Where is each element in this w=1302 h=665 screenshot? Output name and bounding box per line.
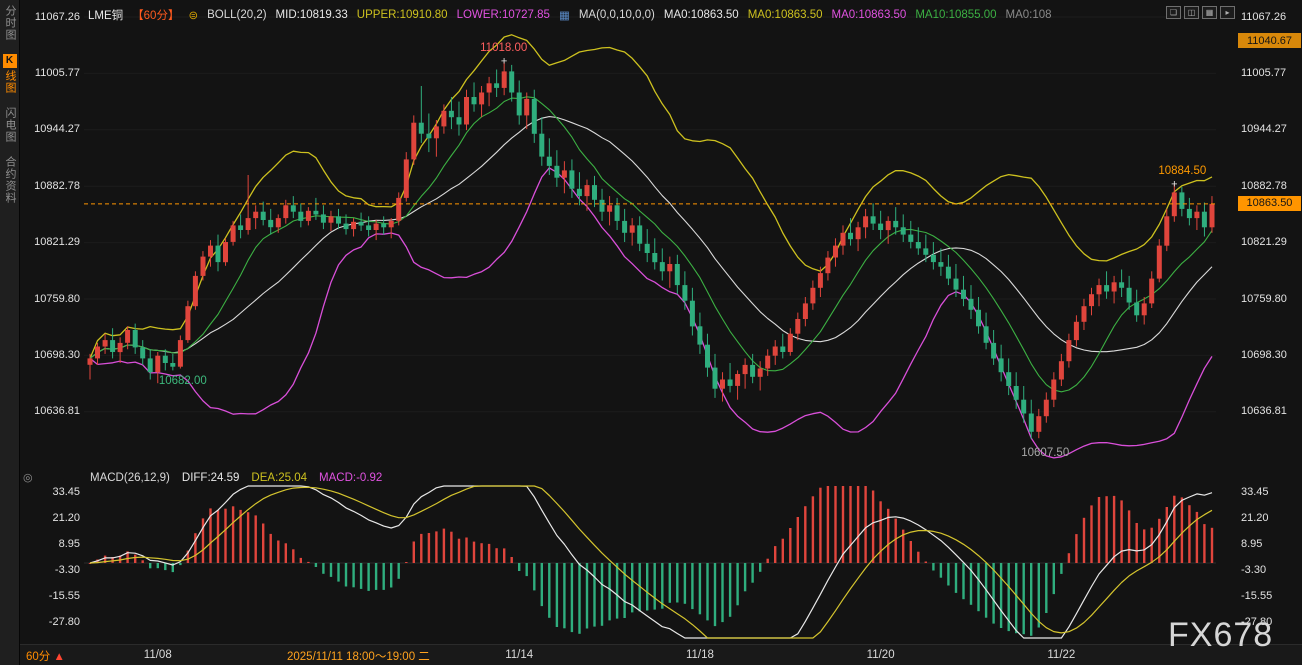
main-chart-canvas[interactable] — [84, 0, 1216, 482]
ref-price-badge: 11040.67 — [1238, 33, 1301, 48]
sidebar-item-label: 分时图 — [2, 5, 17, 41]
header-indicator-item: MA0:10863.50 — [748, 9, 823, 21]
macd-header-item: DIFF:24.59 — [182, 472, 240, 484]
sidebar-item[interactable]: 闪电图 — [2, 107, 17, 143]
timeframe-label: 60分 — [26, 651, 50, 663]
header-indicator-item: ⊜ — [188, 8, 198, 22]
up-arrow-icon: ▲ — [54, 651, 65, 663]
price-marker-cross: + — [1171, 178, 1177, 190]
macd-chart-canvas[interactable] — [84, 484, 1216, 642]
chart-mode-sidebar: 分时图 K 线图 闪电图 合约资料 — [0, 0, 20, 665]
macd-header: MACD(26,12,9) DIFF:24.59 DEA:25.04 MACD:… — [90, 472, 382, 484]
timeframe-indicator[interactable]: 60分 ▲ — [26, 648, 65, 664]
header-indicator-item: MID:10819.33 — [276, 9, 348, 21]
y-axis-label-right: 10944.27 — [1241, 123, 1299, 135]
layout-split-icon[interactable]: ◫ — [1184, 6, 1199, 19]
y-axis-label-left: 11067.26 — [22, 11, 80, 23]
y-axis-label-left: 10636.81 — [22, 405, 80, 417]
last-price-badge: 10863.50 — [1238, 196, 1301, 211]
macd-axis-label-right: 21.20 — [1241, 512, 1299, 524]
bottom-axis-bar — [20, 644, 1302, 665]
price-marker-cross: + — [501, 56, 507, 68]
trading-terminal: 分时图 K 线图 闪电图 合约资料 LME铜 【60分】 ⊜ — [0, 0, 1302, 665]
sidebar-item-label: 线图 — [2, 70, 17, 94]
y-axis-label-left: 10698.30 — [22, 349, 80, 361]
header-indicator-item: MA0:108 — [1006, 9, 1052, 21]
header-indicator-item: BOLL(20,2) — [207, 9, 266, 21]
header-indicator-item: MA0:10863.50 — [832, 9, 907, 21]
macd-axis-label-right: -15.55 — [1241, 590, 1299, 602]
y-axis-label-left: 11005.77 — [22, 67, 80, 79]
header-indicator-item: MA(0,0,10,0,0) — [579, 9, 655, 21]
price-annotation: 11018.00 — [480, 42, 527, 54]
header-indicator-item: 【60分】 — [132, 7, 179, 23]
price-annotation: 10884.50 — [1158, 165, 1206, 177]
y-axis-label-left: 10759.80 — [22, 293, 80, 305]
macd-axis-label-left: -15.55 — [22, 590, 80, 602]
header-indicator-item: MA0:10863.50 — [664, 9, 739, 21]
macd-axis-label-left: 33.45 — [22, 486, 80, 498]
kline-badge-icon: K — [3, 54, 17, 68]
x-axis-date-label: 11/14 — [505, 649, 533, 661]
macd-axis-label-left: -27.80 — [22, 616, 80, 628]
y-axis-label-right: 10882.78 — [1241, 180, 1299, 192]
indicator-header: LME铜 【60分】 ⊜ BOLL(20,2) MID:10819.33 UPP… — [88, 7, 1052, 23]
x-axis-date-label: 11/22 — [1047, 649, 1075, 661]
sidebar-item-label: 合约资料 — [2, 156, 17, 204]
x-axis-date-label: 11/18 — [686, 649, 714, 661]
x-axis-date-label: 11/20 — [867, 649, 895, 661]
layout-grid-icon[interactable]: ▦ — [1202, 6, 1217, 19]
y-axis-label-right: 10759.80 — [1241, 293, 1299, 305]
selected-session-label: 2025/11/11 18:00～19:00 二 — [287, 648, 430, 664]
header-indicator-item: LOWER:10727.85 — [457, 9, 550, 21]
macd-header-item: MACD:-0.92 — [319, 472, 382, 484]
y-axis-label-left: 10882.78 — [22, 180, 80, 192]
macd-axis-label-left: 8.95 — [22, 538, 80, 550]
sidebar-item[interactable]: K 线图 — [2, 54, 17, 94]
macd-axis-label-right: 8.95 — [1241, 538, 1299, 550]
header-indicator-item: UPPER:10910.80 — [357, 9, 448, 21]
price-annotation: 10607.50 — [1021, 447, 1069, 459]
header-indicator-item: ▦ — [559, 8, 570, 22]
layout-next-icon[interactable]: ▸ — [1220, 6, 1235, 19]
y-axis-label-right: 11005.77 — [1241, 67, 1299, 79]
watermark: FX678 — [1168, 616, 1273, 655]
y-axis-label-right: 11067.26 — [1241, 11, 1299, 23]
sidebar-item-label: 闪电图 — [2, 107, 17, 143]
sidebar-item[interactable]: 合约资料 — [2, 156, 17, 204]
y-axis-label-right: 10636.81 — [1241, 405, 1299, 417]
indicator-toggle-icon[interactable]: ◎ — [23, 471, 33, 484]
y-axis-label-right: 10821.29 — [1241, 236, 1299, 248]
y-axis-label-left: 10944.27 — [22, 123, 80, 135]
macd-axis-label-left: 21.20 — [22, 512, 80, 524]
x-axis-date-label: 11/08 — [144, 649, 172, 661]
header-indicator-item: MA10:10855.00 — [915, 9, 996, 21]
sidebar-item[interactable]: 分时图 — [2, 5, 17, 41]
macd-axis-label-right: -3.30 — [1241, 564, 1299, 576]
layout-single-icon[interactable]: ❏ — [1166, 6, 1181, 19]
macd-axis-label-left: -3.30 — [22, 564, 80, 576]
macd-axis-label-right: 33.45 — [1241, 486, 1299, 498]
y-axis-label-left: 10821.29 — [22, 236, 80, 248]
macd-header-item: DEA:25.04 — [251, 472, 307, 484]
price-annotation: 10682.00 — [159, 375, 207, 387]
macd-header-item: MACD(26,12,9) — [90, 472, 170, 484]
header-indicator-item: LME铜 — [88, 7, 123, 23]
layout-icon-group: ❏ ◫ ▦ ▸ — [1166, 6, 1235, 19]
y-axis-label-right: 10698.30 — [1241, 349, 1299, 361]
